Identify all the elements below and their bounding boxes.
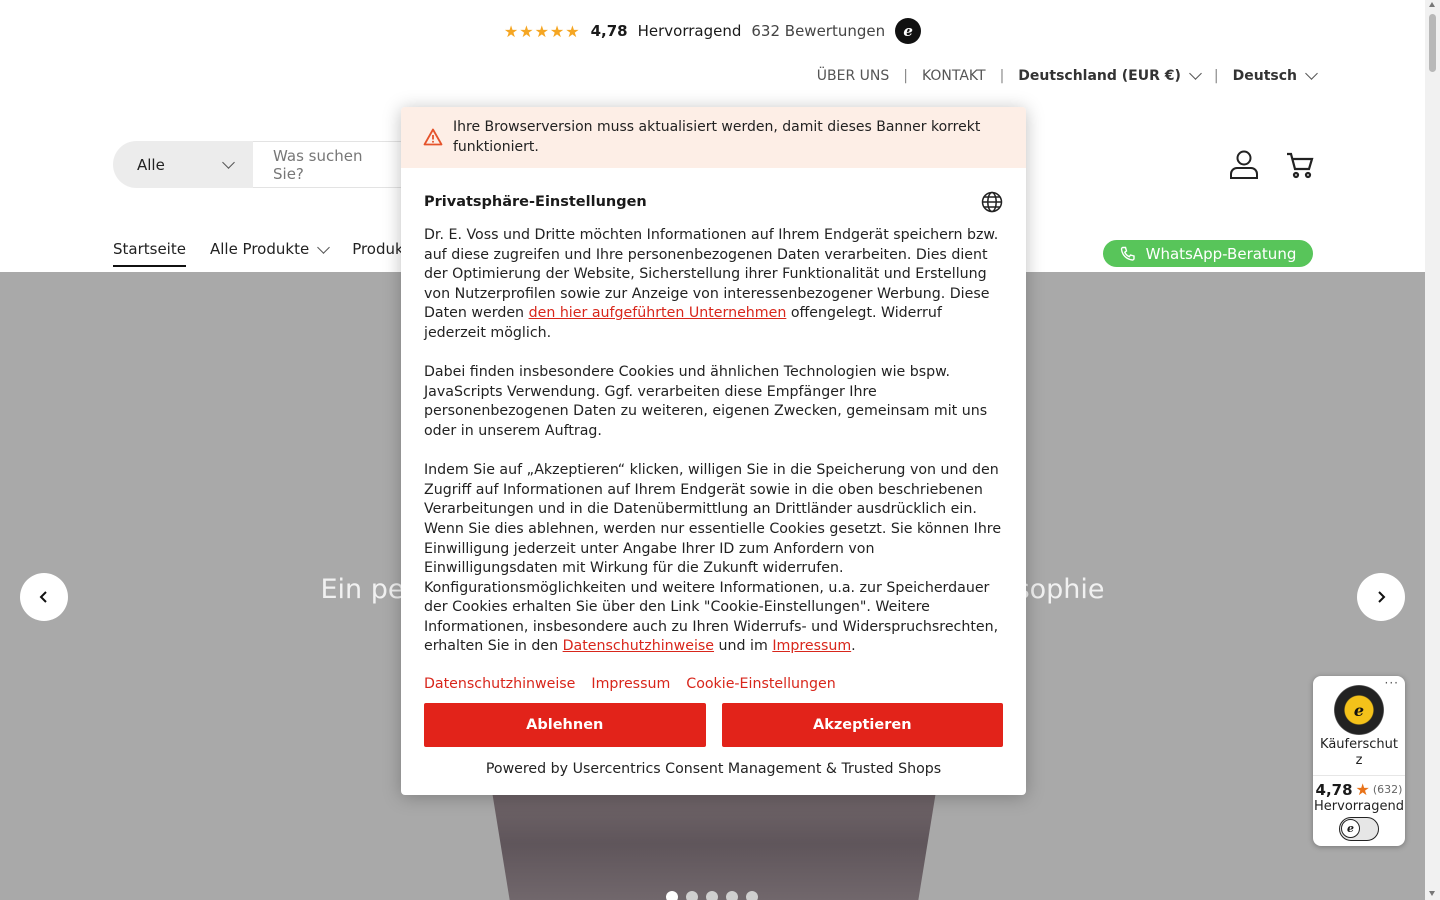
whatsapp-button[interactable]: WhatsApp-Beratung bbox=[1103, 240, 1313, 267]
hero-headline-end: sophie bbox=[1015, 574, 1105, 605]
browser-warning: Ihre Browserversion muss aktualisiert we… bbox=[401, 107, 1026, 168]
search-bar: Alle Was suchen Sie? bbox=[113, 141, 413, 188]
consent-title: Privatsphäre-Einstellungen bbox=[424, 194, 647, 210]
trusted-shops-logo-icon: e bbox=[895, 18, 922, 44]
nav-products-partial[interactable]: Produk bbox=[352, 240, 404, 267]
nav-home[interactable]: Startseite bbox=[113, 240, 186, 267]
about-link[interactable]: ÜBER UNS bbox=[817, 68, 889, 84]
warning-icon bbox=[423, 128, 443, 146]
chevron-left-icon bbox=[39, 591, 47, 603]
slider-dot[interactable] bbox=[686, 891, 698, 900]
slider-dot[interactable] bbox=[726, 891, 738, 900]
badge-count: (632) bbox=[1372, 783, 1403, 796]
slider-dot[interactable] bbox=[746, 891, 758, 900]
reviews-count[interactable]: 632 Bewertungen bbox=[751, 22, 885, 40]
scrollbar-thumb[interactable] bbox=[1429, 14, 1436, 72]
utility-nav: ÜBER UNS | KONTAKT | Deutschland (EUR €)… bbox=[817, 67, 1318, 84]
consent-modal: Ihre Browserversion muss aktualisiert we… bbox=[401, 107, 1026, 795]
consent-paragraph-1: Dr. E. Voss und Dritte möchten Informati… bbox=[424, 226, 1003, 344]
privacy-link[interactable]: Datenschutzhinweise bbox=[424, 676, 575, 692]
cookie-settings-link[interactable]: Cookie-Einstellungen bbox=[686, 676, 835, 692]
slider-dot[interactable] bbox=[706, 891, 718, 900]
imprint-link[interactable]: Impressum bbox=[591, 676, 670, 692]
reject-button[interactable]: Ablehnen bbox=[424, 702, 706, 747]
privacy-link-inline[interactable]: Datenschutzhinweise bbox=[563, 638, 714, 654]
contact-link[interactable]: KONTAKT bbox=[922, 68, 986, 84]
search-input[interactable]: Was suchen Sie? bbox=[253, 141, 413, 188]
slider-prev-button[interactable] bbox=[20, 573, 68, 621]
consent-paragraph-3: Indem Sie auf „Akzeptieren“ klicken, wil… bbox=[424, 461, 1003, 657]
account-icon[interactable] bbox=[1228, 148, 1260, 180]
powered-by: Powered by Usercentrics Consent Manageme… bbox=[485, 760, 942, 777]
scroll-down-icon[interactable] bbox=[1429, 891, 1435, 896]
separator: | bbox=[1213, 68, 1219, 84]
consent-paragraph-2: Dabei finden insbesondere Cookies und äh… bbox=[424, 364, 988, 439]
chevron-down-icon bbox=[222, 155, 235, 169]
consent-body: Privatsphäre-Einstellungen Dr. E. Voss u… bbox=[401, 168, 1026, 777]
cart-icon[interactable] bbox=[1285, 150, 1315, 180]
nav-all-products[interactable]: Alle Produkte bbox=[209, 240, 331, 267]
language-label: Deutsch bbox=[1232, 68, 1297, 84]
consent-p3-text: Indem Sie auf „Akzeptieren“ klicken, wil… bbox=[424, 462, 1002, 655]
region-label: Deutschland (EUR €) bbox=[1018, 68, 1181, 84]
imprint-link-inline[interactable]: Impressum bbox=[772, 638, 851, 654]
whatsapp-label: WhatsApp-Beratung bbox=[1145, 244, 1297, 263]
chevron-down-icon bbox=[1189, 67, 1202, 80]
star-icon: ★ bbox=[1355, 780, 1370, 799]
region-selector[interactable]: Deutschland (EUR €) bbox=[1018, 67, 1202, 84]
consent-header: Privatsphäre-Einstellungen bbox=[424, 191, 1003, 213]
language-selector[interactable]: Deutsch bbox=[1232, 67, 1318, 84]
slider-next-button[interactable] bbox=[1357, 573, 1405, 621]
rating-stars-icon: ★★★★★ bbox=[503, 21, 581, 41]
browser-warning-text: Ihre Browserversion muss aktualisiert we… bbox=[453, 119, 981, 155]
search-category-select[interactable]: Alle bbox=[113, 141, 253, 188]
trusted-shops-badge[interactable]: ··· e Käuferschutz 4,78 ★ (632) Hervorra… bbox=[1313, 676, 1405, 846]
chevron-down-icon bbox=[317, 241, 331, 254]
consent-p3-end: . bbox=[851, 638, 856, 655]
page-scrollbar[interactable] bbox=[1425, 0, 1440, 900]
phone-icon bbox=[1120, 246, 1135, 261]
scroll-up-icon[interactable] bbox=[1429, 2, 1435, 7]
badge-grade: Hervorragend bbox=[1314, 799, 1404, 814]
globe-icon[interactable] bbox=[981, 191, 1003, 213]
search-category-label: Alle bbox=[137, 155, 165, 174]
separator: | bbox=[903, 68, 908, 84]
companies-link[interactable]: den hier aufgeführten Unternehmen bbox=[529, 305, 787, 321]
chevron-right-icon bbox=[1378, 591, 1386, 603]
consent-p3-mid: und im bbox=[714, 638, 773, 655]
separator: | bbox=[999, 68, 1005, 84]
trusted-shops-seal-icon: e bbox=[1334, 685, 1384, 735]
chevron-down-icon bbox=[1305, 67, 1318, 80]
accept-button[interactable]: Akzeptieren bbox=[721, 702, 1003, 747]
buyer-protection-label: Käuferschutz bbox=[1320, 737, 1398, 768]
consent-buttons: Ablehnen Akzeptieren bbox=[424, 702, 1003, 747]
badge-score: 4,78 bbox=[1315, 780, 1353, 799]
trusted-shops-e-icon: e bbox=[1341, 819, 1360, 838]
rating-bar[interactable]: ★★★★★ 4,78 Hervorragend 632 Bewertungen … bbox=[0, 14, 1425, 48]
nav-all-products-label: Alle Produkte bbox=[209, 240, 310, 258]
slider-dot[interactable] bbox=[666, 891, 678, 900]
badge-toggle[interactable]: e bbox=[1339, 817, 1379, 841]
rating-grade: Hervorragend bbox=[637, 22, 742, 40]
more-icon[interactable]: ··· bbox=[1385, 676, 1399, 690]
consent-links: Datenschutzhinweise Impressum Cookie-Ein… bbox=[424, 676, 1003, 692]
rating-score: 4,78 bbox=[590, 22, 628, 40]
slider-dots bbox=[666, 891, 758, 900]
main-nav: Startseite Alle Produkte Produk bbox=[113, 240, 404, 267]
consent-text: Dr. E. Voss und Dritte möchten Informati… bbox=[424, 226, 1003, 657]
badge-score-row: 4,78 ★ (632) bbox=[1313, 775, 1405, 799]
